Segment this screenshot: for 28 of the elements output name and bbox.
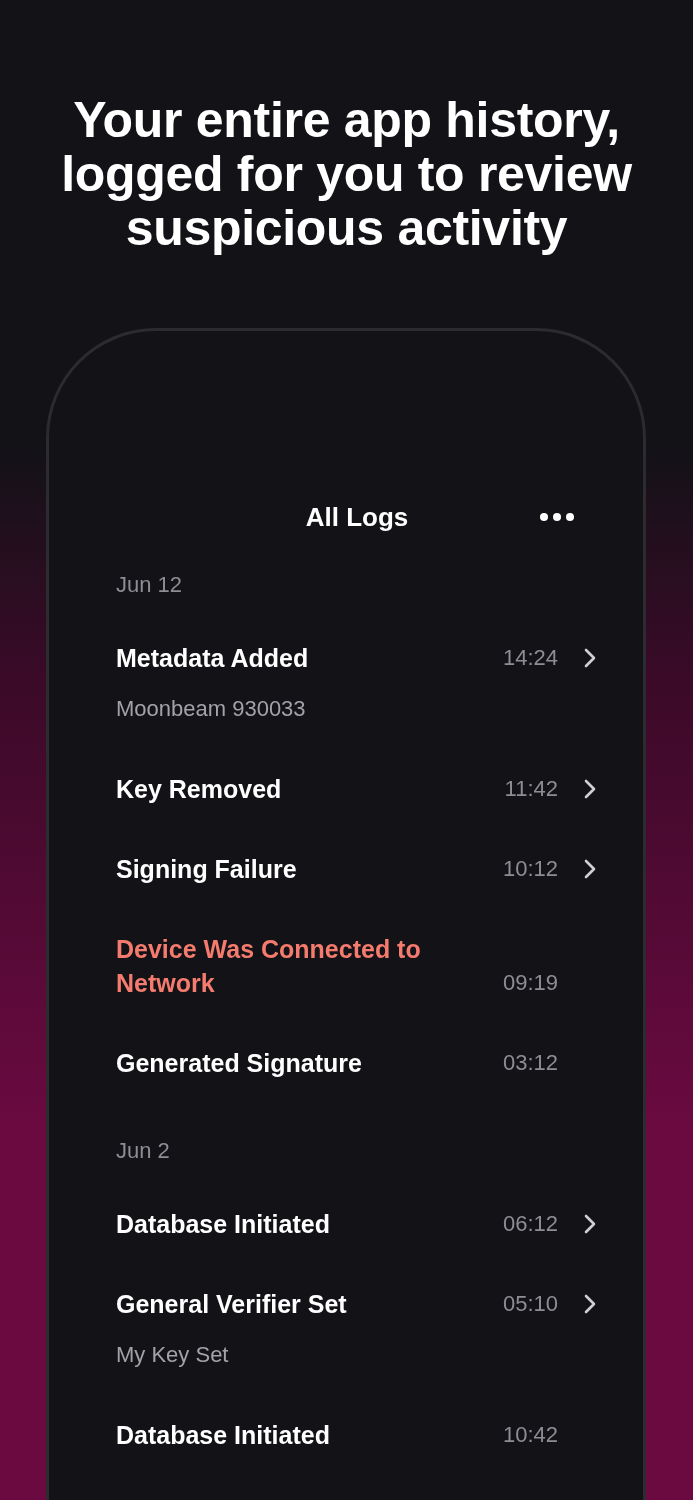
log-time: 10:42 — [502, 1421, 558, 1449]
log-time: 09:19 — [502, 969, 558, 997]
date-header: Jun 12 — [116, 571, 184, 599]
log-title[interactable]: Metadata Added — [116, 641, 431, 675]
chevron-right-icon[interactable] — [584, 648, 596, 668]
log-title[interactable]: Key Removed — [116, 772, 431, 806]
chevron-right-icon[interactable] — [584, 779, 596, 799]
log-title[interactable]: Signing Failure — [116, 852, 431, 886]
date-header: Jun 2 — [116, 1137, 171, 1165]
log-title[interactable]: Database Initiated — [116, 1207, 431, 1241]
screen-title: All Logs — [305, 501, 409, 533]
more-icon[interactable] — [539, 512, 575, 522]
log-subtitle: My Key Set — [116, 1341, 230, 1369]
log-time: 05:10 — [502, 1290, 558, 1318]
log-title[interactable]: General Verifier Set — [116, 1287, 431, 1321]
log-subtitle: Moonbeam 930033 — [116, 695, 307, 723]
log-time: 14:24 — [502, 644, 558, 672]
log-time: 06:12 — [502, 1210, 558, 1238]
log-title: Database Initiated — [116, 1420, 331, 1451]
log-title: Generated Signature — [116, 1048, 363, 1079]
log-time: 10:12 — [502, 855, 558, 883]
log-time: 11:42 — [504, 775, 558, 803]
log-time: 03:12 — [502, 1049, 558, 1077]
chevron-right-icon[interactable] — [584, 1294, 596, 1314]
chevron-right-icon[interactable] — [584, 859, 596, 879]
log-title: Device Was Connected to Network — [116, 934, 422, 999]
headline: Your entire app history, logged for you to review suspicious activity — [60, 93, 633, 255]
chevron-right-icon[interactable] — [584, 1214, 596, 1234]
